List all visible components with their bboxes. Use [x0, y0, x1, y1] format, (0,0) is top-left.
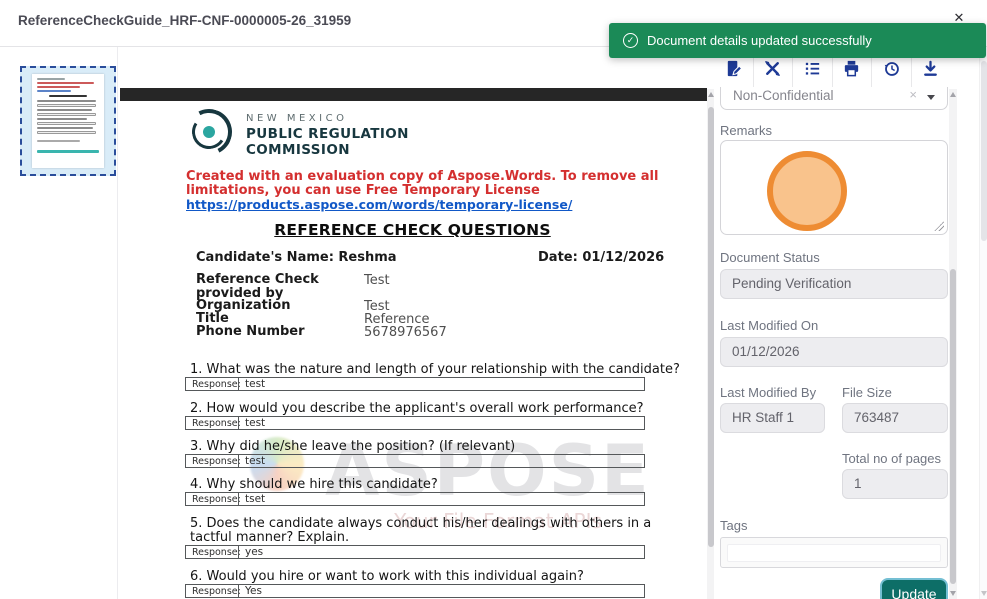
toast-message: Document details updated successfully: [647, 33, 872, 48]
check-circle-icon: ✓: [623, 33, 638, 48]
response-box: Response: tset: [185, 492, 645, 506]
response-value: test: [238, 417, 644, 429]
response-box: Response: test: [185, 454, 645, 468]
response-value: test: [238, 455, 644, 467]
logo-text-line3: COMMISSION: [246, 142, 350, 158]
response-label: Response:: [192, 546, 241, 558]
confidentiality-value: Non-Confidential: [733, 88, 834, 103]
page-scrollbar: [979, 47, 987, 599]
thumbnail-preview: [32, 74, 104, 168]
eval-notice-line2: limitations, you can use Free Temporary …: [186, 183, 540, 198]
total-pages-field: 1: [842, 469, 948, 499]
file-size-field: 763487: [842, 403, 948, 433]
file-size-label: File Size: [842, 385, 892, 400]
pdf-viewer: ASPOSE Your File Format APIs NEW MEXICO …: [118, 47, 707, 599]
info-label: Phone Number: [196, 324, 305, 339]
scrollbar-thumb[interactable]: [981, 61, 987, 241]
clear-icon[interactable]: ×: [909, 87, 917, 102]
pdf-page: NEW MEXICO PUBLIC REGULATION COMMISSION …: [118, 47, 707, 599]
question-text: 4. Why should we hire this candidate?: [190, 477, 438, 492]
form-date: Date: 01/12/2026: [538, 250, 665, 265]
question-text: 2. How would you describe the applicant'…: [190, 401, 644, 416]
nmprc-logo-icon: [180, 103, 238, 161]
success-toast: ✓ Document details updated successfully: [609, 23, 986, 58]
candidate-name: Candidate's Name: Reshma: [196, 250, 397, 265]
scrollbar-thumb[interactable]: [950, 269, 956, 584]
document-status-label: Document Status: [720, 250, 820, 265]
last-modified-on-field: 01/12/2026: [720, 337, 948, 367]
response-label: Response:: [192, 417, 241, 429]
last-modified-by-label: Last Modified By: [720, 385, 817, 400]
scroll-down-icon[interactable]: [981, 591, 987, 596]
details-sidebar: Non-Confidential × Remarks Document Stat…: [714, 47, 950, 599]
tags-label: Tags: [720, 518, 748, 533]
eval-license-link[interactable]: https://products.aspose.com/words/tempor…: [186, 197, 572, 212]
last-modified-on-label: Last Modified On: [720, 318, 819, 333]
response-value: test: [238, 378, 644, 390]
chevron-down-icon[interactable]: [927, 95, 935, 100]
question-text: 3. Why did he/she leave the position? (I…: [190, 439, 516, 454]
document-preview-modal: ReferenceCheckGuide_HRF-CNF-0000005-26_3…: [0, 0, 987, 599]
response-box: Response: yes: [185, 545, 645, 559]
page-thumbnail[interactable]: [20, 66, 116, 176]
update-button[interactable]: Update: [880, 578, 948, 599]
last-modified-by-field: HR Staff 1: [720, 403, 825, 433]
scroll-up-icon[interactable]: [950, 92, 956, 97]
form-title: REFERENCE CHECK QUESTIONS: [274, 221, 551, 239]
info-value: Test: [364, 273, 390, 288]
response-box: Response: test: [185, 377, 645, 391]
tags-container: [720, 537, 948, 568]
info-value: 5678976567: [364, 325, 447, 340]
eval-notice-line1: Created with an evaluation copy of Aspos…: [186, 169, 659, 184]
question-text: 5. Does the candidate always conduct his…: [190, 516, 652, 545]
close-icon[interactable]: ✕: [950, 9, 968, 27]
thumbnail-panel: [0, 47, 118, 599]
document-title: ReferenceCheckGuide_HRF-CNF-0000005-26_3…: [18, 13, 352, 28]
response-label: Response:: [192, 378, 241, 390]
confidentiality-select[interactable]: Non-Confidential ×: [720, 87, 948, 110]
question-text: 1. What was the nature and length of you…: [190, 362, 680, 377]
tags-input[interactable]: [727, 544, 941, 562]
response-box: Response: test: [185, 416, 645, 430]
total-pages-label: Total no of pages: [842, 451, 942, 466]
click-indicator: [767, 151, 847, 231]
question-text: 6. Would you hire or want to work with t…: [190, 569, 584, 584]
response-label: Response:: [192, 585, 241, 597]
response-value: tset: [238, 493, 644, 505]
response-value: yes: [238, 546, 644, 558]
resize-grip-icon[interactable]: [934, 221, 944, 231]
info-label: Reference Check provided by: [196, 272, 319, 301]
response-box: Response: Yes: [185, 584, 645, 598]
document-status-field: Pending Verification: [720, 269, 948, 299]
logo-text-line1: NEW MEXICO: [246, 113, 348, 124]
remarks-label: Remarks: [720, 123, 773, 138]
response-label: Response:: [192, 455, 241, 467]
sidebar-scrollbar: [949, 89, 957, 599]
response-label: Response:: [192, 493, 241, 505]
scroll-down-icon[interactable]: [950, 591, 956, 596]
response-value: Yes: [238, 585, 644, 597]
logo-text-line2: PUBLIC REGULATION: [246, 126, 409, 142]
